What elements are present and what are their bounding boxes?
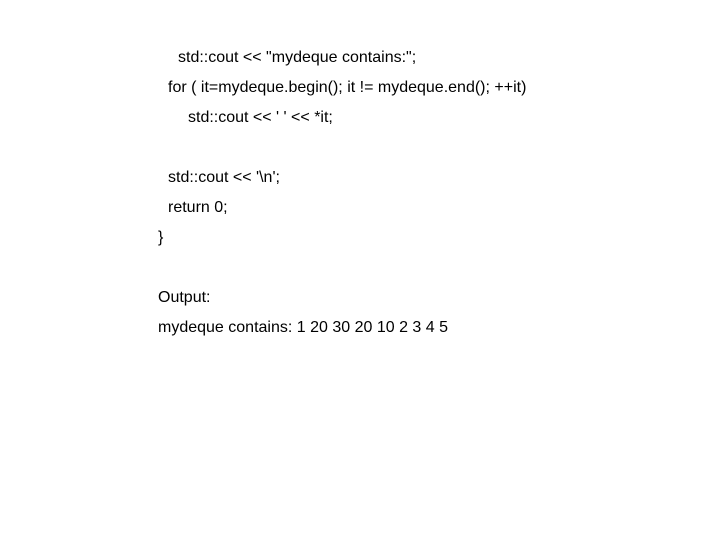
output-text: mydeque contains: 1 20 30 20 10 2 3 4 5 — [158, 320, 698, 336]
blank-line — [158, 140, 698, 156]
code-line: std::cout << "mydeque contains:"; — [158, 50, 698, 66]
code-block: std::cout << "mydeque contains:"; for ( … — [158, 50, 698, 350]
code-line: } — [158, 230, 698, 246]
code-line: std::cout << ' ' << *it; — [158, 110, 698, 126]
output-label: Output: — [158, 290, 698, 306]
blank-line — [158, 260, 698, 276]
code-line: for ( it=mydeque.begin(); it != mydeque.… — [158, 80, 698, 96]
code-line: return 0; — [158, 200, 698, 216]
code-line: std::cout << '\n'; — [158, 170, 698, 186]
